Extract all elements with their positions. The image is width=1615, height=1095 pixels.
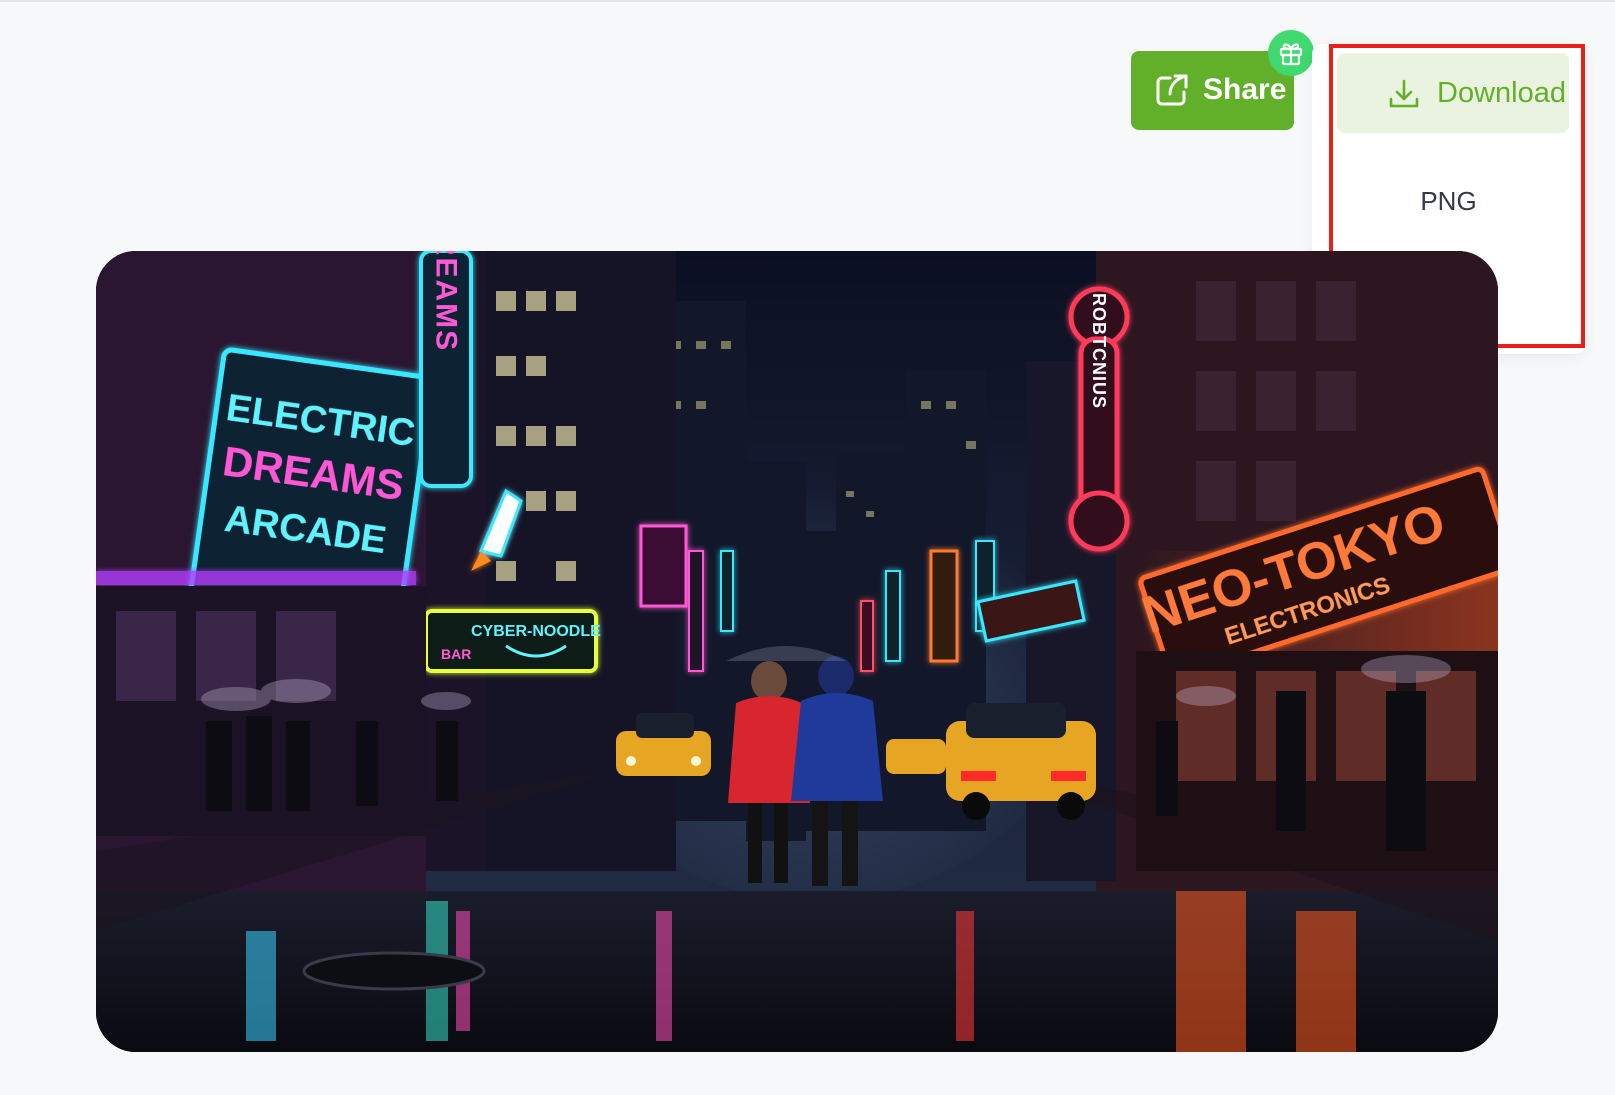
download-button-label: Download <box>1437 77 1566 109</box>
top-divider <box>0 0 1615 2</box>
sign-noodle-line-1: CYBER-NOODLE <box>471 623 601 640</box>
share-icon <box>1156 74 1188 106</box>
sign-robotics-vertical: ROBTCNIUS <box>1089 293 1109 409</box>
sign-noodle-line-2: BAR <box>441 646 471 662</box>
download-icon <box>1389 79 1419 108</box>
download-button[interactable]: Download <box>1337 53 1569 133</box>
menu-item-png[interactable]: PNG <box>1312 171 1585 231</box>
gift-icon[interactable] <box>1268 30 1314 76</box>
generated-image: ELECTRIC DREAMS ARCADE DLREAMS CYBER-NOO… <box>96 251 1498 1052</box>
share-button-label: Share <box>1203 73 1287 106</box>
sign-dreams-vertical: DLREAMS <box>430 251 463 352</box>
